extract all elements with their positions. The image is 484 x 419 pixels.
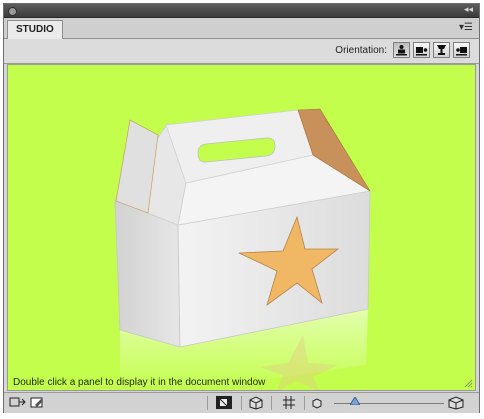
- render-mode-icon[interactable]: [215, 395, 233, 410]
- options-bar: Orientation:: [4, 39, 479, 64]
- close-icon[interactable]: [8, 7, 17, 16]
- large-cube-icon[interactable]: [447, 395, 465, 410]
- cube-icon[interactable]: [248, 395, 264, 410]
- tab-strip: STUDIO ▾☰: [4, 18, 479, 39]
- separator: [271, 396, 272, 410]
- viewport-hint: Double click a panel to display it in th…: [13, 377, 266, 388]
- orientation-label: Orientation:: [335, 45, 387, 56]
- portrait-figure-icon[interactable]: [393, 42, 410, 58]
- landscape-view-icon[interactable]: [453, 42, 470, 58]
- panel-titlebar[interactable]: ◂◂: [4, 4, 479, 18]
- collapse-icon[interactable]: ◂◂: [464, 5, 473, 16]
- studio-viewport[interactable]: Double click a panel to display it in th…: [7, 64, 476, 391]
- side-view-icon[interactable]: [413, 42, 430, 58]
- panel-menu-icon[interactable]: ▾☰: [459, 22, 473, 33]
- gable-box-3d-render: [114, 108, 372, 390]
- fit-window-icon[interactable]: [9, 395, 27, 410]
- edit-icon[interactable]: [30, 395, 45, 410]
- trophy-icon[interactable]: [433, 42, 450, 58]
- zoom-slider-thumb[interactable]: [350, 397, 360, 405]
- separator: [207, 396, 208, 410]
- studio-panel: ◂◂ STUDIO ▾☰ Orientation: Double click a…: [3, 3, 480, 413]
- separator: [304, 396, 305, 410]
- grid-icon[interactable]: [282, 395, 296, 410]
- separator: [241, 396, 242, 410]
- resize-grip-icon[interactable]: [463, 378, 473, 388]
- tab-studio[interactable]: STUDIO: [7, 20, 63, 39]
- status-bar: [4, 392, 479, 413]
- small-cube-icon[interactable]: [311, 395, 323, 410]
